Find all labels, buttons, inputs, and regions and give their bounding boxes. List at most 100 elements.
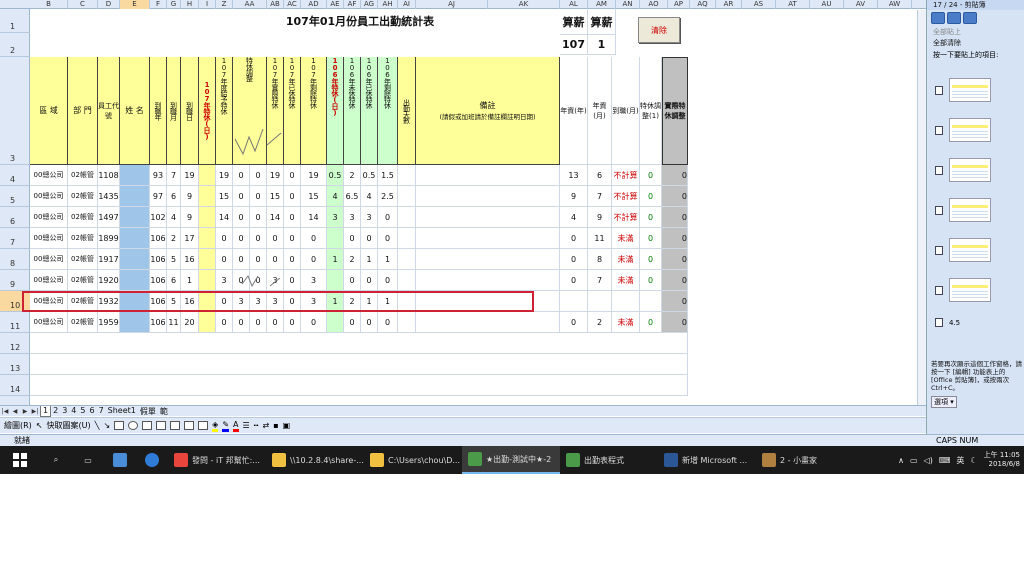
table-cell[interactable] — [327, 228, 344, 249]
table-cell[interactable]: 1917 — [98, 249, 120, 270]
row-header[interactable]: 9 — [0, 270, 30, 291]
table-cell[interactable]: 00總公司 — [30, 249, 68, 270]
table-cell[interactable] — [199, 249, 216, 270]
col-header[interactable]: D — [98, 0, 120, 9]
table-cell[interactable]: 3 — [250, 291, 267, 312]
table-cell[interactable]: 0 — [662, 291, 688, 312]
table-cell[interactable]: 0 — [640, 228, 662, 249]
table-cell[interactable]: 1899 — [98, 228, 120, 249]
table-cell[interactable]: 02帳管 — [68, 228, 98, 249]
table-cell[interactable]: 0 — [284, 228, 301, 249]
table-cell[interactable]: 1920 — [98, 270, 120, 291]
table-cell[interactable]: 0 — [250, 249, 267, 270]
col-header[interactable]: AP — [668, 0, 690, 9]
table-cell[interactable] — [120, 291, 150, 312]
back-icon[interactable] — [931, 12, 945, 24]
row-header[interactable]: 3 — [0, 57, 30, 165]
table-cell[interactable]: 19 — [267, 165, 284, 186]
arrow-style-icon[interactable]: ⇄ — [263, 421, 270, 430]
table-cell[interactable]: 0 — [216, 312, 233, 333]
row-header[interactable]: 8 — [0, 249, 30, 270]
col-header[interactable]: I — [199, 0, 216, 9]
sheet-tab[interactable]: 1 — [40, 405, 52, 417]
col-header[interactable]: AC — [284, 0, 301, 9]
row-header[interactable]: 11 — [0, 312, 30, 333]
empty-row[interactable] — [30, 375, 688, 396]
table-cell[interactable] — [120, 165, 150, 186]
table-cell[interactable]: 0 — [560, 249, 588, 270]
table-cell[interactable]: 15 — [301, 186, 327, 207]
table-cell[interactable]: 4 — [560, 207, 588, 228]
table-cell[interactable]: 9 — [560, 186, 588, 207]
table-cell[interactable]: 0 — [640, 186, 662, 207]
table-cell[interactable]: 102 — [150, 207, 167, 228]
table-cell[interactable]: 1 — [361, 249, 378, 270]
diagram-icon[interactable] — [170, 421, 181, 430]
table-cell[interactable] — [120, 207, 150, 228]
table-cell[interactable]: 4 — [327, 186, 344, 207]
table-cell[interactable]: 19 — [301, 165, 327, 186]
table-cell[interactable]: 1 — [378, 249, 398, 270]
row-header[interactable]: 10 — [0, 291, 30, 312]
table-cell[interactable]: 0 — [233, 207, 250, 228]
table-cell[interactable] — [199, 228, 216, 249]
table-cell[interactable]: 00總公司 — [30, 165, 68, 186]
table-cell[interactable]: 7 — [167, 165, 181, 186]
clip-item[interactable] — [935, 238, 991, 262]
table-cell[interactable]: 02帳管 — [68, 207, 98, 228]
table-cell[interactable] — [199, 165, 216, 186]
table-cell[interactable]: 0 — [560, 270, 588, 291]
table-cell[interactable]: 不計算 — [612, 207, 640, 228]
col-header[interactable]: AE — [327, 0, 344, 9]
table-cell[interactable] — [640, 291, 662, 312]
table-cell[interactable] — [398, 228, 416, 249]
table-cell[interactable]: 2 — [588, 312, 612, 333]
sheet-tab[interactable]: 7 — [97, 406, 106, 417]
col-header[interactable]: AS — [742, 0, 776, 9]
table-cell[interactable]: 00總公司 — [30, 207, 68, 228]
clear-button[interactable]: 清除 — [638, 17, 680, 43]
col-header[interactable]: F — [150, 0, 167, 9]
table-cell[interactable]: 3 — [233, 291, 250, 312]
table-cell[interactable] — [398, 165, 416, 186]
row-header[interactable]: 13 — [0, 354, 30, 375]
search-icon[interactable]: ⌕ — [40, 446, 72, 474]
next-sheet-icon[interactable]: ▶ — [20, 408, 30, 415]
table-cell[interactable]: 0 — [361, 270, 378, 291]
col-header[interactable]: C — [68, 0, 98, 9]
table-cell[interactable]: 00總公司 — [30, 291, 68, 312]
table-cell[interactable] — [120, 228, 150, 249]
table-cell[interactable]: 93 — [150, 165, 167, 186]
table-cell[interactable]: 0 — [560, 228, 588, 249]
table-cell[interactable] — [327, 312, 344, 333]
clock[interactable]: 上午 11:05 2018/6/8 — [984, 451, 1020, 469]
table-cell[interactable]: 00總公司 — [30, 312, 68, 333]
sheet-tab[interactable]: 範 — [158, 406, 170, 417]
table-cell[interactable]: 11 — [167, 312, 181, 333]
table-cell[interactable]: 97 — [150, 186, 167, 207]
table-cell[interactable]: 0 — [284, 207, 301, 228]
table-cell[interactable]: 未滿 — [612, 249, 640, 270]
table-cell[interactable]: 00總公司 — [30, 186, 68, 207]
rectangle-icon[interactable] — [114, 421, 125, 430]
table-cell[interactable]: 0 — [378, 312, 398, 333]
table-cell[interactable]: 0 — [284, 165, 301, 186]
table-cell[interactable]: 0 — [233, 312, 250, 333]
sheet-tab[interactable]: 5 — [78, 406, 87, 417]
table-cell[interactable]: 0 — [640, 270, 662, 291]
table-cell[interactable] — [398, 186, 416, 207]
clipart-icon[interactable] — [184, 421, 195, 430]
table-cell[interactable]: 未滿 — [612, 270, 640, 291]
table-cell[interactable] — [199, 291, 216, 312]
table-cell[interactable]: 3 — [301, 270, 327, 291]
table-cell[interactable] — [416, 312, 560, 333]
table-cell[interactable]: 6 — [167, 186, 181, 207]
table-cell[interactable] — [120, 249, 150, 270]
table-cell[interactable]: 00總公司 — [30, 270, 68, 291]
col-header[interactable]: AU — [810, 0, 844, 9]
col-header[interactable]: AN — [616, 0, 640, 9]
3d-icon[interactable]: ▣ — [283, 421, 291, 430]
table-cell[interactable]: 5 — [167, 249, 181, 270]
table-cell[interactable]: 未滿 — [612, 312, 640, 333]
row-header[interactable]: 14 — [0, 375, 30, 396]
